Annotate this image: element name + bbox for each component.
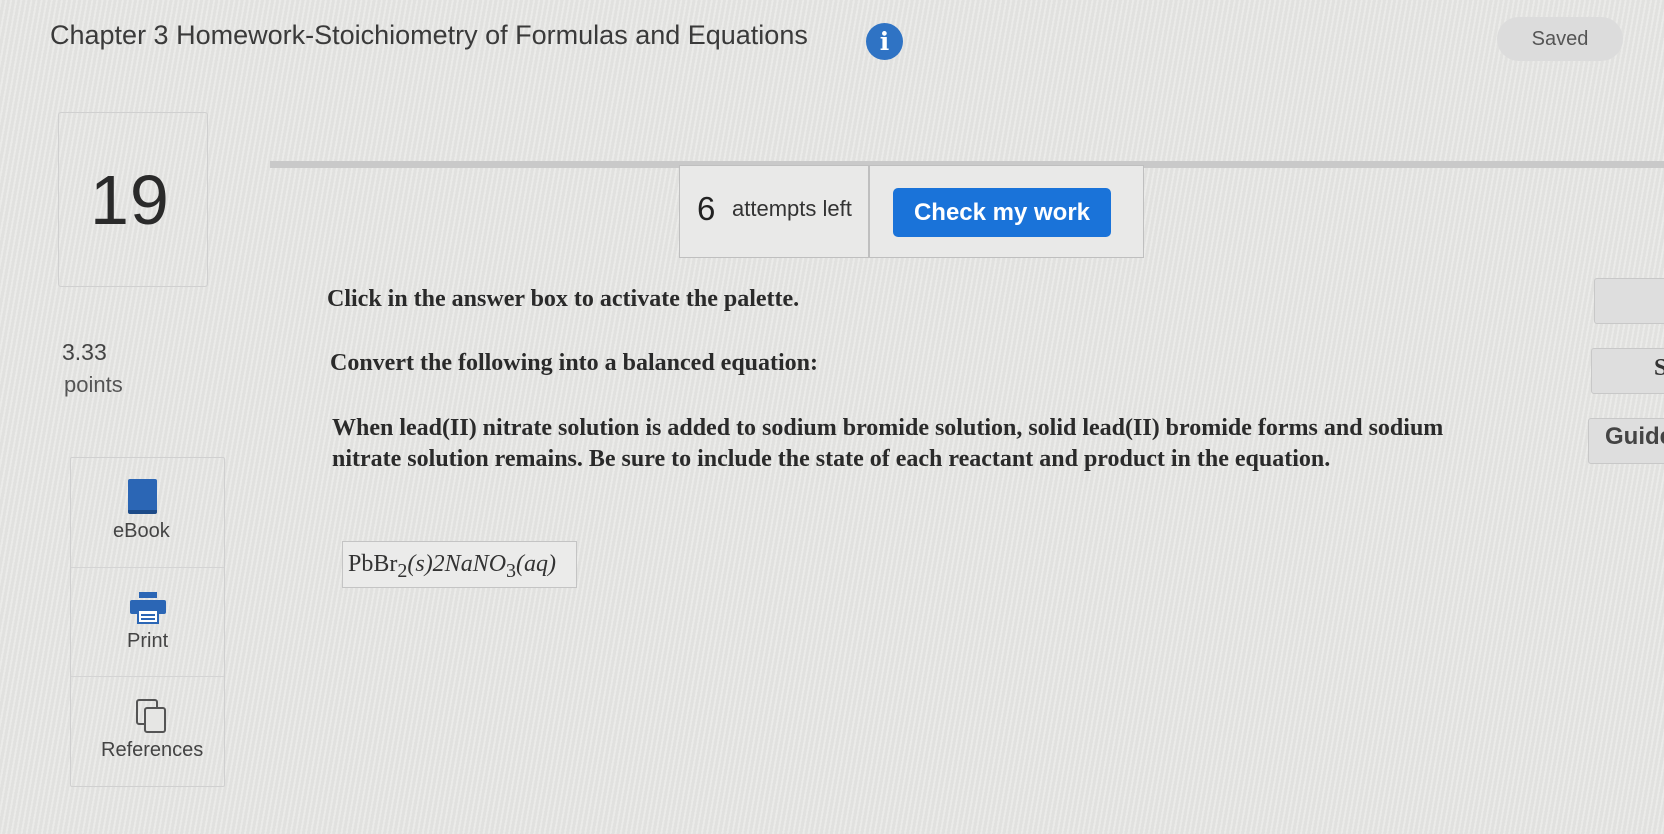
answer-subscript-2: 3	[506, 560, 517, 582]
points-label: points	[64, 372, 123, 397]
ebook-link[interactable]: eBook	[113, 520, 170, 543]
answer-part-3: (aq)	[516, 551, 557, 577]
answer-part-2: (s)2NaNO	[407, 551, 507, 577]
right-panel-button-label: S	[1654, 355, 1664, 381]
tool-divider	[71, 567, 224, 568]
question-number: 19	[90, 161, 170, 239]
question-prompt: Convert the following into a balanced eq…	[330, 350, 819, 376]
check-my-work-button[interactable]: Check my work	[893, 188, 1111, 237]
printer-icon[interactable]	[130, 592, 166, 624]
attempts-count: 6	[697, 190, 716, 227]
references-link[interactable]: References	[101, 739, 203, 762]
attempts-label: attempts left	[732, 196, 852, 221]
info-icon[interactable]: i	[866, 23, 903, 60]
tool-divider	[71, 676, 224, 677]
copy-documents-icon[interactable]	[135, 698, 169, 734]
page-title: Chapter 3 Homework-Stoichiometry of Form…	[50, 20, 808, 50]
question-body: When lead(II) nitrate solution is added …	[332, 415, 1444, 472]
answer-subscript-1: 2	[397, 560, 408, 582]
guide-label: Guide	[1605, 423, 1664, 450]
right-panel-button[interactable]	[1594, 278, 1664, 324]
answer-input[interactable]: PbBr2(s)2NaNO3(aq)	[342, 541, 577, 588]
saved-status-badge: Saved	[1497, 17, 1623, 61]
instruction-text: Click in the answer box to activate the …	[327, 286, 800, 312]
print-link[interactable]: Print	[127, 630, 168, 653]
answer-part-1: PbBr	[348, 551, 398, 577]
points-value: 3.33	[62, 339, 107, 365]
book-icon[interactable]	[128, 479, 157, 514]
